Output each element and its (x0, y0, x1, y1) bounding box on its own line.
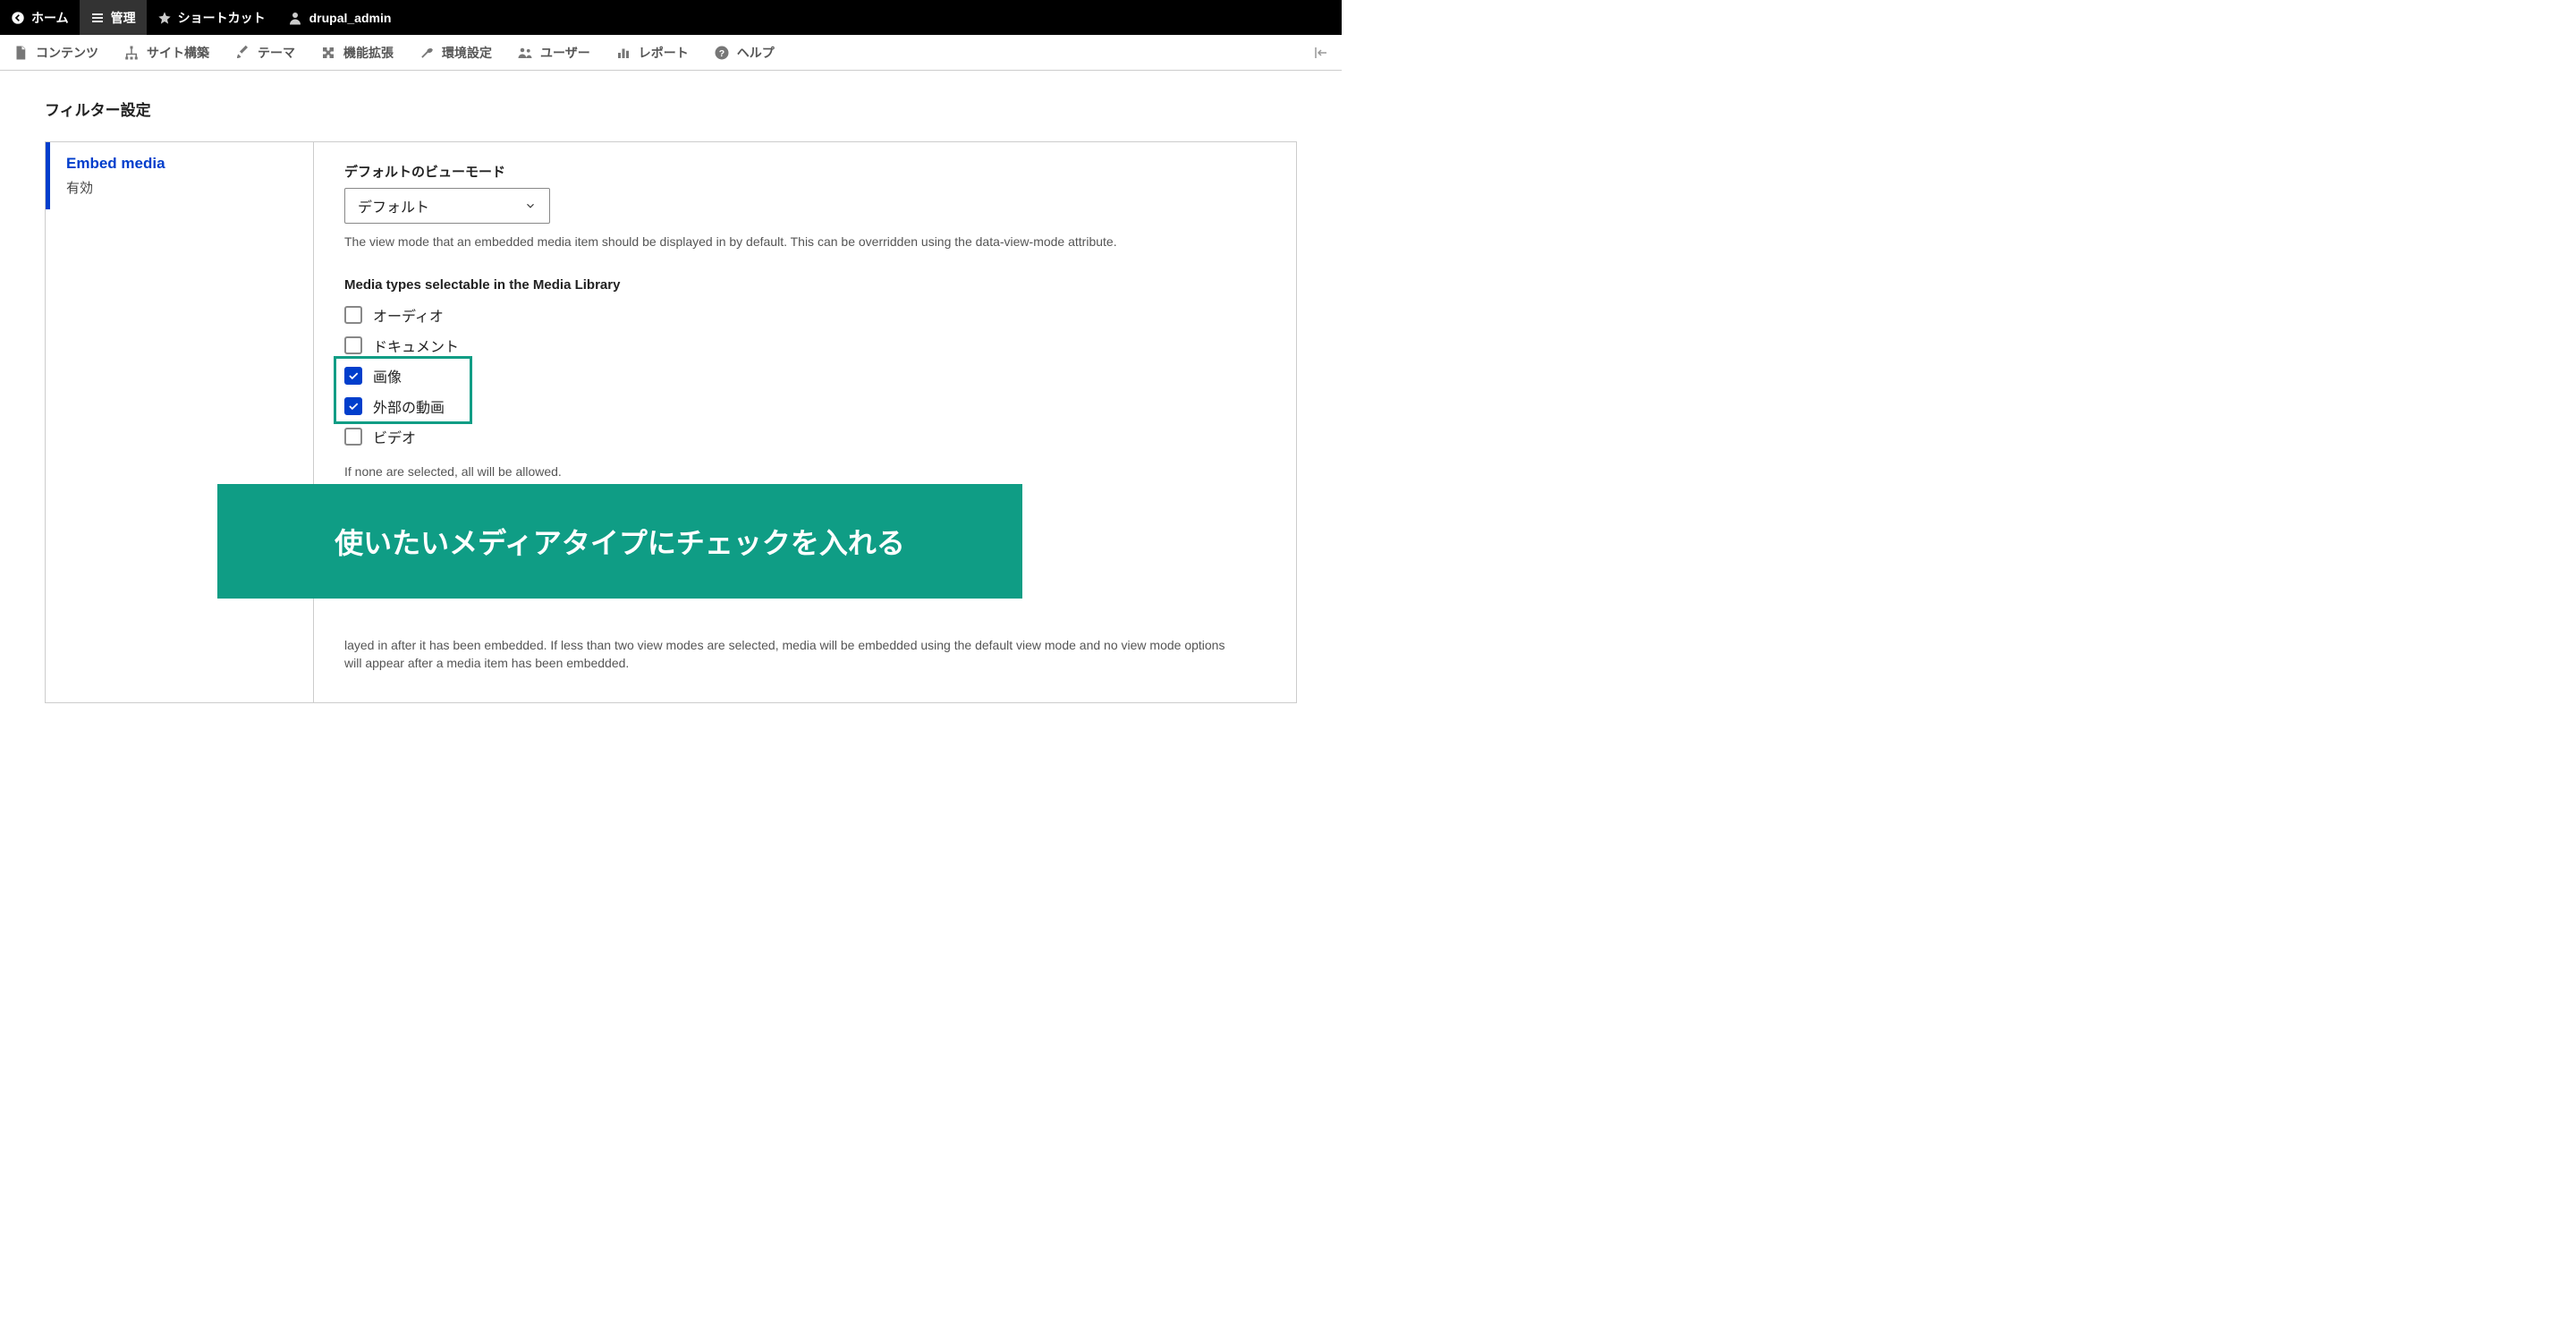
checkbox-icon (344, 367, 362, 385)
checkbox-icon (344, 397, 362, 415)
menu-extend[interactable]: 機能拡張 (308, 35, 406, 70)
media-type-checkbox[interactable]: 画像 (344, 361, 1266, 391)
filter-tab-embed-media[interactable]: Embed media 有効 (46, 142, 313, 209)
media-type-checkbox[interactable]: 外部の動画 (344, 391, 1266, 421)
media-type-label: 画像 (373, 365, 402, 386)
toolbar-user[interactable]: drupal_admin (276, 0, 402, 35)
menu-structure[interactable]: サイト構築 (111, 35, 222, 70)
media-type-label: 外部の動画 (373, 395, 445, 417)
chevron-down-icon (524, 200, 537, 212)
menu-appearance-label: テーマ (258, 44, 295, 62)
menu-help-label: ヘルプ (737, 44, 775, 62)
toolbar-user-label: drupal_admin (309, 11, 392, 25)
default-viewmode-value: デフォルト (358, 195, 429, 217)
collapse-icon (1313, 45, 1329, 61)
toolbar-back-label: ホーム (31, 9, 69, 27)
filter-tab-status: 有効 (66, 178, 297, 197)
svg-text:?: ? (719, 47, 724, 58)
menu-people-label: ユーザー (540, 44, 590, 62)
media-type-checkbox[interactable]: ビデオ (344, 421, 1266, 452)
default-viewmode-block: デフォルトのビューモード デフォルト The view mode that an… (344, 162, 1266, 251)
media-type-checkbox[interactable]: オーディオ (344, 300, 1266, 330)
filter-panel: Embed media 有効 デフォルトのビューモード デフォルト The vi… (45, 141, 1297, 703)
annotation-banner-text: 使いたいメディアタイプにチェックを入れる (335, 521, 905, 562)
filter-tab-name: Embed media (66, 155, 297, 173)
toolbar-top: ホーム 管理 ショートカット drupal_admin (0, 0, 1342, 35)
back-circle-icon (11, 11, 25, 25)
menu-help[interactable]: ? ヘルプ (701, 35, 787, 70)
media-type-label: ビデオ (373, 426, 416, 447)
menu-reports[interactable]: レポート (603, 35, 701, 70)
filter-sidebar: Embed media 有効 (46, 142, 314, 702)
toolbar-back-home[interactable]: ホーム (0, 0, 80, 35)
menu-appearance[interactable]: テーマ (222, 35, 308, 70)
toolbar-shortcuts[interactable]: ショートカット (147, 0, 276, 35)
help-icon: ? (714, 45, 730, 61)
page-body: フィルター設定 Embed media 有効 デフォルトのビューモード デフォル… (0, 71, 1342, 757)
media-types-block: Media types selectable in the Media Libr… (344, 277, 1266, 480)
media-types-label: Media types selectable in the Media Libr… (344, 277, 1266, 293)
media-type-checkbox[interactable]: ドキュメント (344, 330, 1266, 361)
wrench-icon (419, 45, 435, 61)
star-icon (157, 11, 172, 25)
toolbar-manage-label: 管理 (111, 9, 136, 27)
filter-settings-title: フィルター設定 (45, 98, 1297, 120)
media-types-list: オーディオドキュメント画像外部の動画ビデオ (344, 300, 1266, 452)
media-types-help: If none are selected, all will be allowe… (344, 463, 1239, 480)
admin-menu: コンテンツ サイト構築 テーマ 機能拡張 環境設定 ユーザー レポート ? ヘル… (0, 35, 1342, 71)
user-icon (287, 10, 303, 26)
toolbar-shortcuts-label: ショートカット (178, 9, 266, 27)
menu-structure-label: サイト構築 (147, 44, 209, 62)
viewmodes-selectable-help: layed in after it has been embedded. If … (344, 636, 1239, 673)
default-viewmode-help: The view mode that an embedded media ite… (344, 233, 1239, 251)
hamburger-icon (90, 11, 105, 25)
checkbox-icon (344, 306, 362, 324)
brush-icon (234, 45, 250, 61)
menu-content-label: コンテンツ (36, 44, 98, 62)
media-type-label: オーディオ (373, 304, 444, 326)
media-type-label: ドキュメント (373, 335, 459, 356)
checkbox-icon (344, 336, 362, 354)
default-viewmode-select[interactable]: デフォルト (344, 188, 550, 224)
menu-config-label: 環境設定 (442, 44, 492, 62)
checkbox-icon (344, 428, 362, 446)
barchart-icon (615, 45, 631, 61)
toolbar-manage[interactable]: 管理 (80, 0, 147, 35)
menu-reports-label: レポート (639, 44, 689, 62)
menu-extend-label: 機能拡張 (343, 44, 394, 62)
sitemap-icon (123, 45, 140, 61)
menu-content[interactable]: コンテンツ (0, 35, 111, 70)
filter-main: デフォルトのビューモード デフォルト The view mode that an… (314, 142, 1296, 702)
default-viewmode-label: デフォルトのビューモード (344, 162, 1266, 181)
menu-config[interactable]: 環境設定 (406, 35, 504, 70)
puzzle-icon (320, 45, 336, 61)
menu-people[interactable]: ユーザー (504, 35, 603, 70)
file-icon (13, 45, 29, 61)
annotation-banner: 使いたいメディアタイプにチェックを入れる (217, 484, 1022, 599)
people-icon (517, 45, 533, 61)
menu-collapse-toggle[interactable] (1308, 35, 1335, 71)
